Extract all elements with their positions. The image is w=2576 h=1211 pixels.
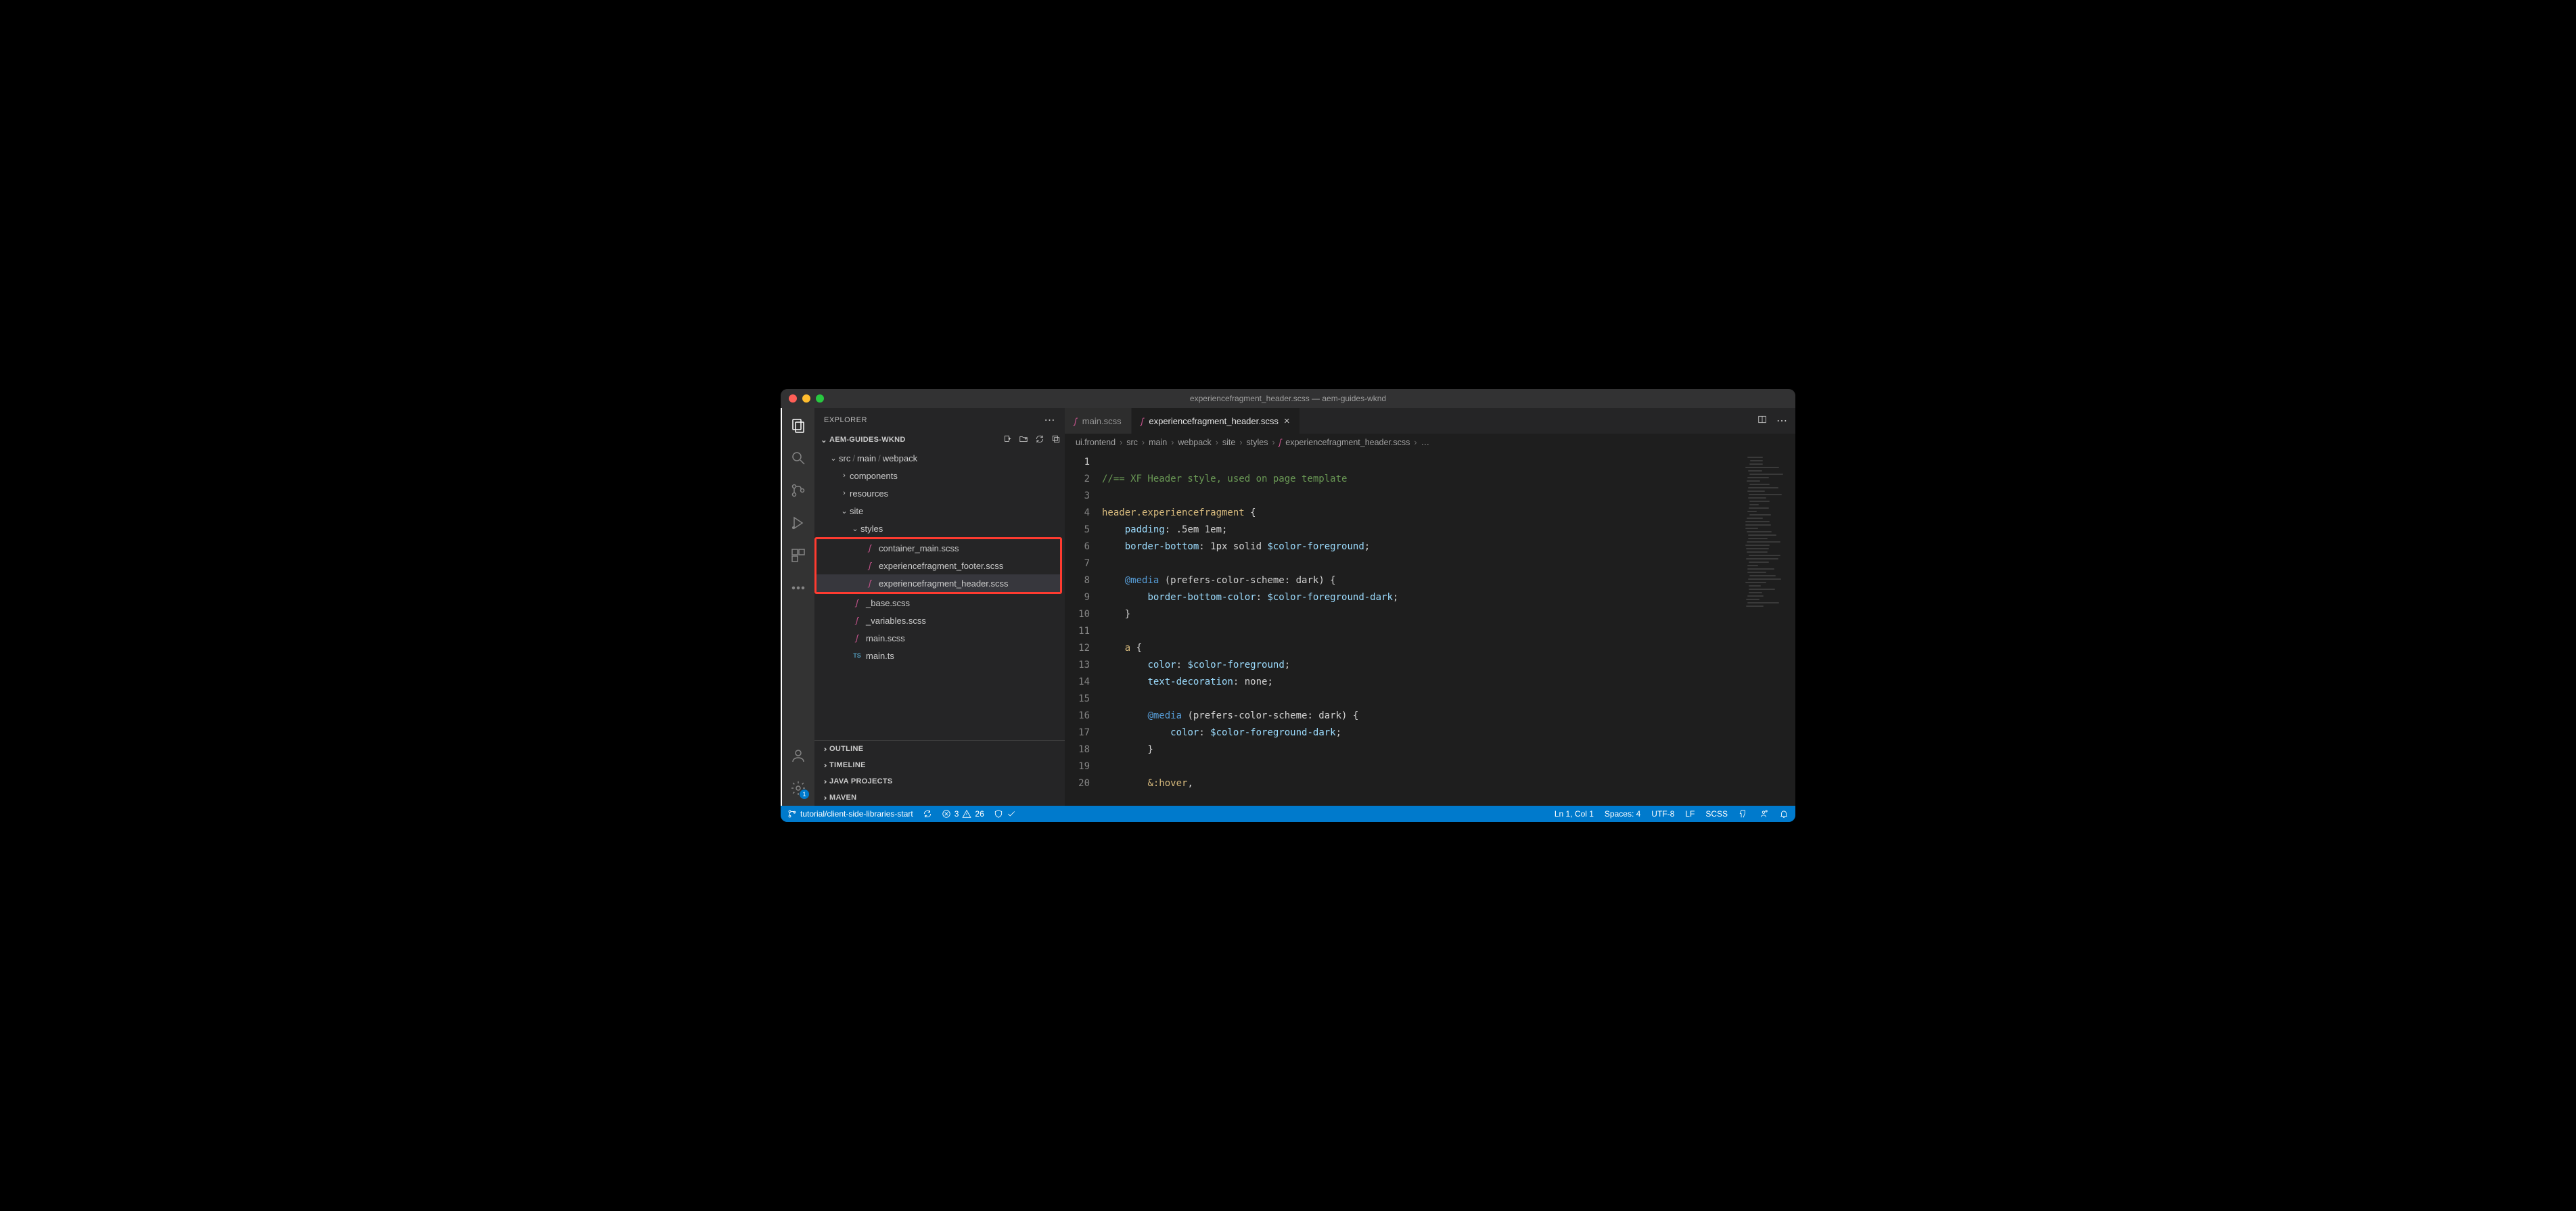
tree-folder-path[interactable]: ⌄src/main/webpack [814, 449, 1065, 467]
notifications-icon[interactable] [1779, 809, 1789, 819]
minimize-window[interactable] [802, 394, 810, 403]
search-icon[interactable] [789, 449, 808, 467]
tree-file-xf-header[interactable]: ʃexperiencefragment_header.scss [816, 574, 1060, 592]
sync-icon[interactable] [923, 809, 932, 819]
new-folder-icon[interactable] [1019, 434, 1028, 446]
tree-folder-site[interactable]: ⌄site [814, 502, 1065, 520]
account-icon[interactable] [789, 746, 808, 765]
tab-actions: ⋯ [1749, 408, 1795, 434]
feedback-person-icon[interactable] [1759, 809, 1768, 819]
tree-folder-components[interactable]: ›components [814, 467, 1065, 484]
section-java[interactable]: ⌄JAVA PROJECTS [814, 773, 1065, 790]
indentation[interactable]: Spaces: 4 [1605, 809, 1640, 819]
git-branch[interactable]: tutorial/client-side-libraries-start [787, 809, 913, 819]
breadcrumb[interactable]: ui.frontend› src› main› webpack› site› s… [1065, 434, 1795, 451]
eol[interactable]: LF [1685, 809, 1695, 819]
code-content[interactable]: //== XF Header style, used on page templ… [1102, 451, 1741, 806]
vscode-window: experiencefragment_header.scss — aem-gui… [781, 389, 1795, 822]
collapse-all-icon[interactable] [1051, 434, 1061, 446]
shield-icon[interactable] [994, 809, 1016, 819]
main-area: 1 EXPLORER ⋯ ⌄AEM-GUIDES-WKND ⌄src/main/… [781, 408, 1795, 806]
settings-icon[interactable]: 1 [789, 779, 808, 798]
extensions-icon[interactable] [789, 546, 808, 565]
highlight-box: ʃcontainer_main.scss ʃexperiencefragment… [814, 537, 1062, 594]
traffic-lights [789, 394, 824, 403]
feedback-down-icon[interactable] [1739, 809, 1748, 819]
tree-file-base[interactable]: ʃ_base.scss [814, 594, 1065, 612]
editor-more-icon[interactable]: ⋯ [1776, 414, 1787, 428]
close-window[interactable] [789, 394, 797, 403]
language-mode[interactable]: SCSS [1705, 809, 1728, 819]
tab-label: main.scss [1082, 416, 1122, 426]
more-icon[interactable] [789, 578, 808, 597]
section-maven[interactable]: ⌄MAVEN [814, 790, 1065, 806]
cursor-position[interactable]: Ln 1, Col 1 [1555, 809, 1594, 819]
sidebar: EXPLORER ⋯ ⌄AEM-GUIDES-WKND ⌄src/main/we… [814, 408, 1065, 806]
sidebar-title: EXPLORER [824, 416, 867, 424]
window-title: experiencefragment_header.scss — aem-gui… [1190, 394, 1386, 403]
problems[interactable]: 3 26 [942, 809, 984, 819]
sidebar-header: EXPLORER ⋯ [814, 408, 1065, 432]
line-gutter: 1234567891011121314151617181920 [1065, 451, 1102, 806]
editor-tabs: ʃmain.scss ʃexperiencefragment_header.sc… [1065, 408, 1795, 434]
section-outline[interactable]: ⌄OUTLINE [814, 741, 1065, 757]
activity-bar: 1 [781, 408, 814, 806]
run-debug-icon[interactable] [789, 513, 808, 532]
tree-file-main-ts[interactable]: TSmain.ts [814, 647, 1065, 664]
editor-body[interactable]: 1234567891011121314151617181920 //== XF … [1065, 451, 1795, 806]
tab-close-icon[interactable]: × [1284, 415, 1290, 427]
tree-folder-styles[interactable]: ⌄styles [814, 520, 1065, 537]
section-timeline[interactable]: ⌄TIMELINE [814, 757, 1065, 773]
tree-file-container-main[interactable]: ʃcontainer_main.scss [816, 539, 1060, 557]
tab-label: experiencefragment_header.scss [1149, 416, 1279, 426]
file-tree: ⌄src/main/webpack ›components ›resources… [814, 448, 1065, 740]
refresh-icon[interactable] [1035, 434, 1044, 446]
explorer-icon[interactable] [789, 416, 808, 435]
titlebar[interactable]: experiencefragment_header.scss — aem-gui… [781, 389, 1795, 408]
minimap[interactable] [1741, 451, 1795, 806]
new-file-icon[interactable] [1003, 434, 1012, 446]
project-name: AEM-GUIDES-WKND [829, 436, 906, 444]
tab-main-scss[interactable]: ʃmain.scss [1065, 408, 1132, 434]
tree-folder-resources[interactable]: ›resources [814, 484, 1065, 502]
sidebar-more-icon[interactable]: ⋯ [1044, 413, 1056, 427]
editor-area: ʃmain.scss ʃexperiencefragment_header.sc… [1065, 408, 1795, 806]
split-editor-icon[interactable] [1757, 415, 1767, 428]
tree-file-main-scss[interactable]: ʃmain.scss [814, 629, 1065, 647]
project-section-header[interactable]: ⌄AEM-GUIDES-WKND [814, 432, 1065, 448]
tree-file-variables[interactable]: ʃ_variables.scss [814, 612, 1065, 629]
source-control-icon[interactable] [789, 481, 808, 500]
status-bar: tutorial/client-side-libraries-start 3 2… [781, 806, 1795, 822]
tab-xf-header[interactable]: ʃexperiencefragment_header.scss× [1132, 408, 1300, 434]
settings-badge: 1 [800, 790, 809, 799]
encoding[interactable]: UTF-8 [1651, 809, 1674, 819]
maximize-window[interactable] [816, 394, 824, 403]
tree-file-xf-footer[interactable]: ʃexperiencefragment_footer.scss [816, 557, 1060, 574]
